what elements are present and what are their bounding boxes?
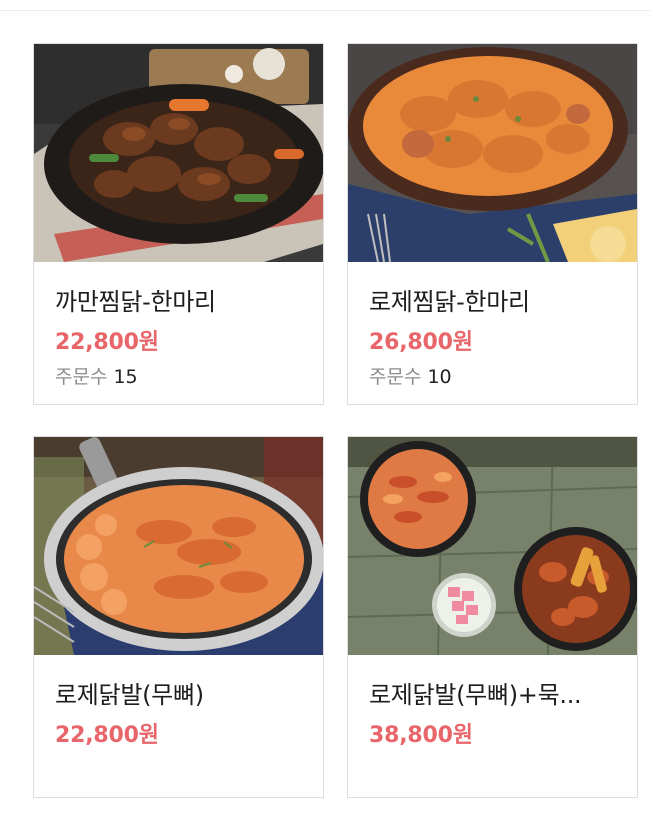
order-count-label: 주문수 [55,366,108,388]
chicken-feet-set-photo [348,437,637,655]
order-count-value: 10 [427,366,452,388]
product-price: 26,800원 [369,330,473,355]
top-divider [0,10,650,11]
product-name: 로제닭발(무뼈) [55,681,204,709]
product-name: 까만찜닭-한마리 [55,288,216,316]
rose-chicken-feet-photo [34,437,323,655]
rose-chicken-photo [348,44,637,262]
product-card[interactable]: 로제닭발(무뼈)+묵... 38,800원 [347,436,638,798]
product-price: 22,800원 [55,723,159,748]
product-name: 로제닭발(무뼈)+묵... [369,681,582,709]
product-name: 로제찜닭-한마리 [369,288,530,316]
order-count: 주문수 15 [55,362,138,389]
product-card[interactable]: 로제닭발(무뼈) 22,800원 [33,436,324,798]
product-price: 22,800원 [55,330,159,355]
braised-chicken-photo [34,44,323,262]
product-card[interactable]: 까만찜닭-한마리 22,800원 주문수 15 [33,43,324,405]
product-price: 38,800원 [369,723,473,748]
order-count-label: 주문수 [369,366,422,388]
order-count-value: 15 [113,366,138,388]
product-card[interactable]: 로제찜닭-한마리 26,800원 주문수 10 [347,43,638,405]
order-count: 주문수 10 [369,362,452,389]
